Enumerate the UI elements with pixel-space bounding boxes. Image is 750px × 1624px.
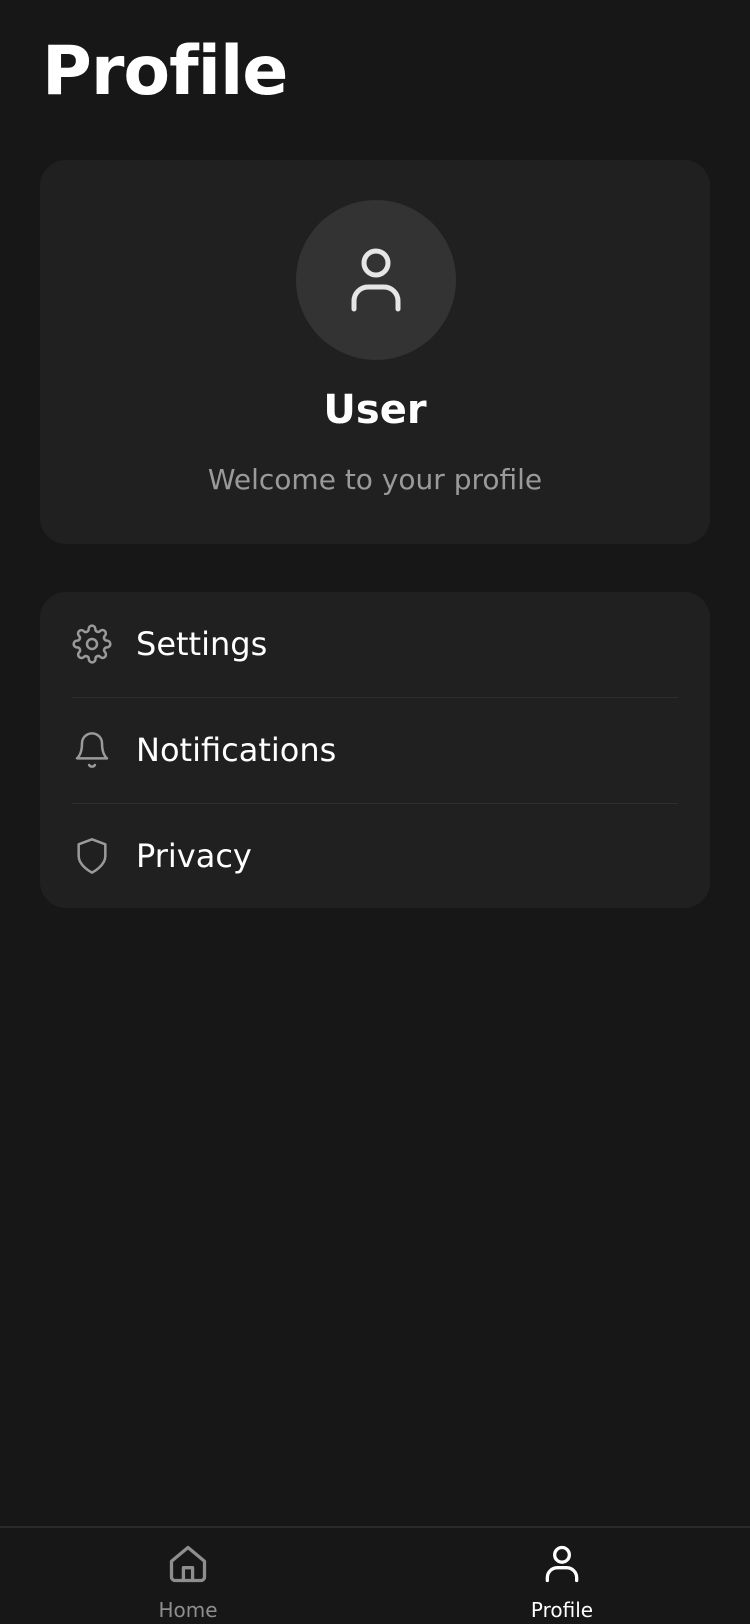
profile-card: User Welcome to your profile xyxy=(40,160,710,544)
avatar xyxy=(296,200,456,360)
menu-item-label: Settings xyxy=(136,625,268,663)
bottom-nav: Home Profile xyxy=(0,1526,750,1624)
nav-label-home: Home xyxy=(158,1598,218,1622)
menu-item-notifications[interactable]: Notifications xyxy=(40,698,710,802)
menu-item-settings[interactable]: Settings xyxy=(40,592,710,696)
menu-list: Settings Notifications Privacy xyxy=(40,592,710,908)
menu-item-privacy[interactable]: Privacy xyxy=(40,804,710,908)
user-name: User xyxy=(323,387,427,433)
page-title: Profile xyxy=(42,32,288,111)
user-icon xyxy=(545,1545,579,1583)
menu-item-label: Notifications xyxy=(136,731,337,769)
nav-label-profile: Profile xyxy=(530,1598,594,1622)
menu-item-label: Privacy xyxy=(136,837,252,875)
profile-screen: Profile User Welcome to your profile Set… xyxy=(0,0,750,1624)
nav-item-profile[interactable]: Profile xyxy=(462,1528,662,1624)
gear-icon xyxy=(72,624,112,664)
home-icon xyxy=(169,1545,207,1583)
user-icon xyxy=(351,248,401,312)
nav-item-home[interactable]: Home xyxy=(88,1528,288,1624)
welcome-text: Welcome to your profile xyxy=(207,463,543,496)
bell-icon xyxy=(75,732,109,768)
shield-icon xyxy=(77,838,107,874)
